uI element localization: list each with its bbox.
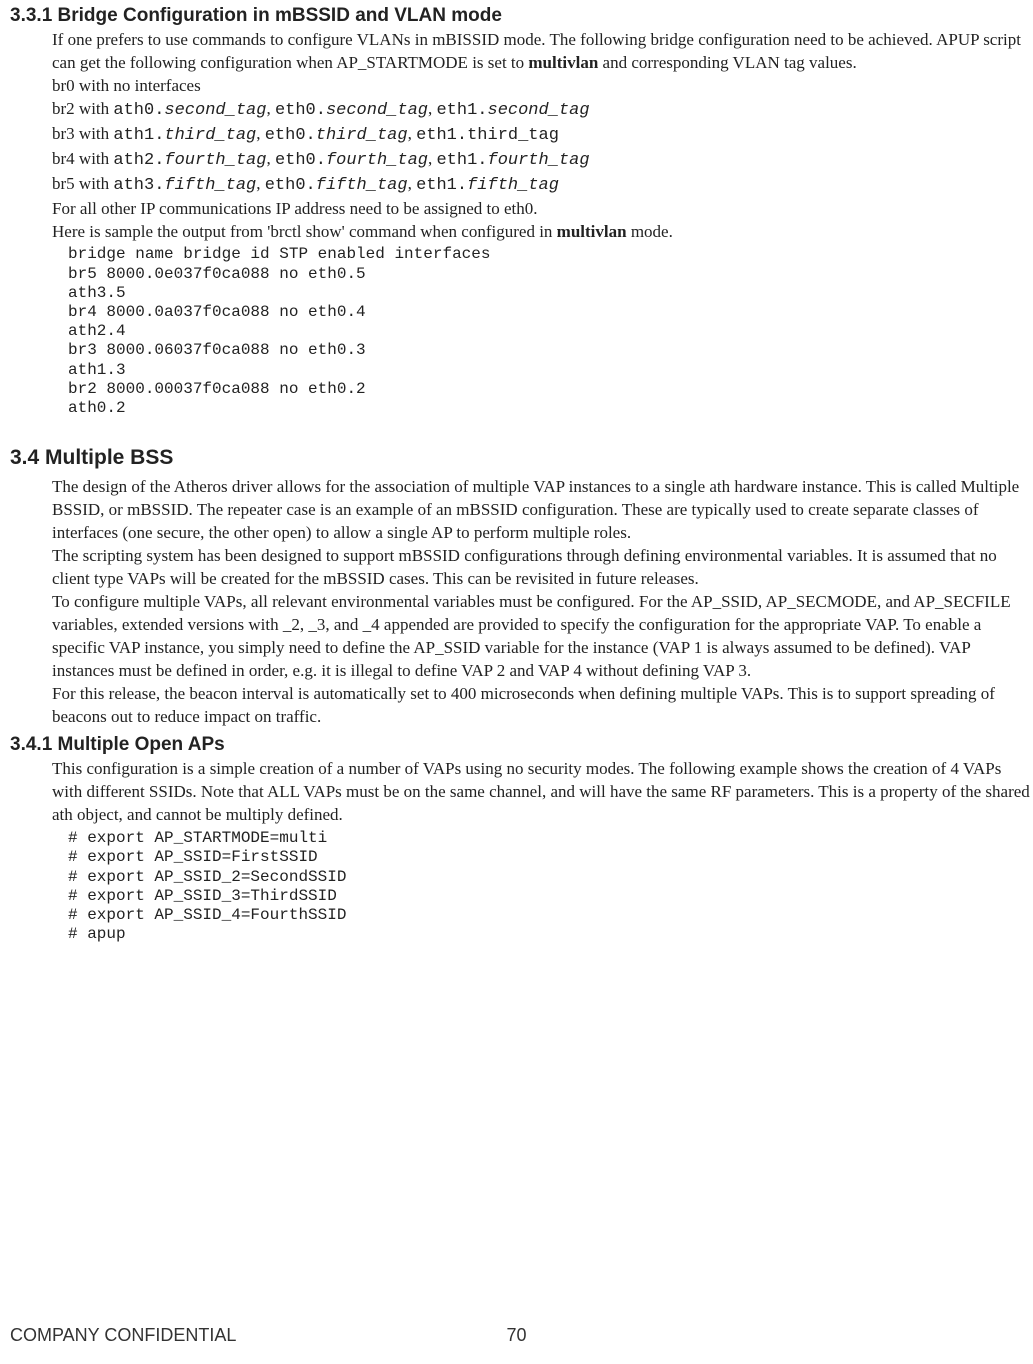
br2-line: br2 with ath0.second_tag, eth0.second_ta… xyxy=(52,98,1033,123)
footer-confidential: COMPANY CONFIDENTIAL xyxy=(10,1325,236,1346)
para: For this release, the beacon interval is… xyxy=(52,683,1033,729)
text: , xyxy=(256,124,265,143)
section-3-4-1-body: This configuration is a simple creation … xyxy=(52,758,1033,827)
text: , xyxy=(266,99,275,118)
page-footer: COMPANY CONFIDENTIAL 70 xyxy=(0,1325,1033,1346)
mono: eth0. xyxy=(275,151,326,170)
mono: eth0. xyxy=(265,126,316,145)
para: This configuration is a simple creation … xyxy=(52,758,1033,827)
mono-italic: third_tag xyxy=(316,126,408,145)
mono-italic: second_tag xyxy=(488,101,590,120)
section-3-4-body: The design of the Atheros driver allows … xyxy=(52,476,1033,728)
br3-line: br3 with ath1.third_tag, eth0.third_tag,… xyxy=(52,123,1033,148)
mono: ath1. xyxy=(113,126,164,145)
br0-line: br0 with no interfaces xyxy=(52,75,1033,98)
mono: eth1. xyxy=(436,101,487,120)
mono-italic: fourth_tag xyxy=(326,151,428,170)
text: br5 with xyxy=(52,174,113,193)
footer-page-number: 70 xyxy=(506,1325,526,1346)
mono: eth0. xyxy=(265,176,316,195)
mono-italic: third_tag xyxy=(164,126,256,145)
para: To configure multiple VAPs, all relevant… xyxy=(52,591,1033,683)
section-3-3-1-body: If one prefers to use commands to config… xyxy=(52,29,1033,243)
para: The scripting system has been designed t… xyxy=(52,545,1033,591)
para-intro: If one prefers to use commands to config… xyxy=(52,29,1033,75)
mono: ath2. xyxy=(113,151,164,170)
text: and corresponding VLAN tag values. xyxy=(598,53,856,72)
export-commands: # export AP_STARTMODE=multi # export AP_… xyxy=(68,829,1033,944)
text: , xyxy=(266,149,275,168)
br4-line: br4 with ath2.fourth_tag, eth0.fourth_ta… xyxy=(52,148,1033,173)
text: , xyxy=(256,174,265,193)
text: br4 with xyxy=(52,149,113,168)
bold-multivlan: multivlan xyxy=(528,53,598,72)
heading-3-4-1: 3.4.1 Multiple Open APs xyxy=(10,734,1033,756)
brctl-output: bridge name bridge id STP enabled interf… xyxy=(68,245,1033,418)
mono: eth1. xyxy=(416,176,467,195)
sample-line: Here is sample the output from 'brctl sh… xyxy=(52,221,1033,244)
mono: eth1.third_tag xyxy=(416,126,559,145)
text: Here is sample the output from 'brctl sh… xyxy=(52,222,557,241)
mono-italic: second_tag xyxy=(326,101,428,120)
bold-multivlan: multivlan xyxy=(557,222,627,241)
mono-italic: fifth_tag xyxy=(316,176,408,195)
text: br2 with xyxy=(52,99,113,118)
mono: eth1. xyxy=(436,151,487,170)
text: , xyxy=(408,124,417,143)
heading-3-3-1: 3.3.1 Bridge Configuration in mBSSID and… xyxy=(10,5,1033,27)
text: br3 with xyxy=(52,124,113,143)
mono: ath3. xyxy=(113,176,164,195)
text: , xyxy=(408,174,417,193)
text: mode. xyxy=(627,222,673,241)
mono-italic: fifth_tag xyxy=(164,176,256,195)
mono-italic: fifth_tag xyxy=(467,176,559,195)
heading-3-4: 3.4 Multiple BSS xyxy=(10,446,1033,470)
mono-italic: fourth_tag xyxy=(488,151,590,170)
br5-line: br5 with ath3.fifth_tag, eth0.fifth_tag,… xyxy=(52,173,1033,198)
ip-line: For all other IP communications IP addre… xyxy=(52,198,1033,221)
mono: ath0. xyxy=(113,101,164,120)
para: The design of the Atheros driver allows … xyxy=(52,476,1033,545)
mono-italic: second_tag xyxy=(164,101,266,120)
mono: eth0. xyxy=(275,101,326,120)
mono-italic: fourth_tag xyxy=(164,151,266,170)
